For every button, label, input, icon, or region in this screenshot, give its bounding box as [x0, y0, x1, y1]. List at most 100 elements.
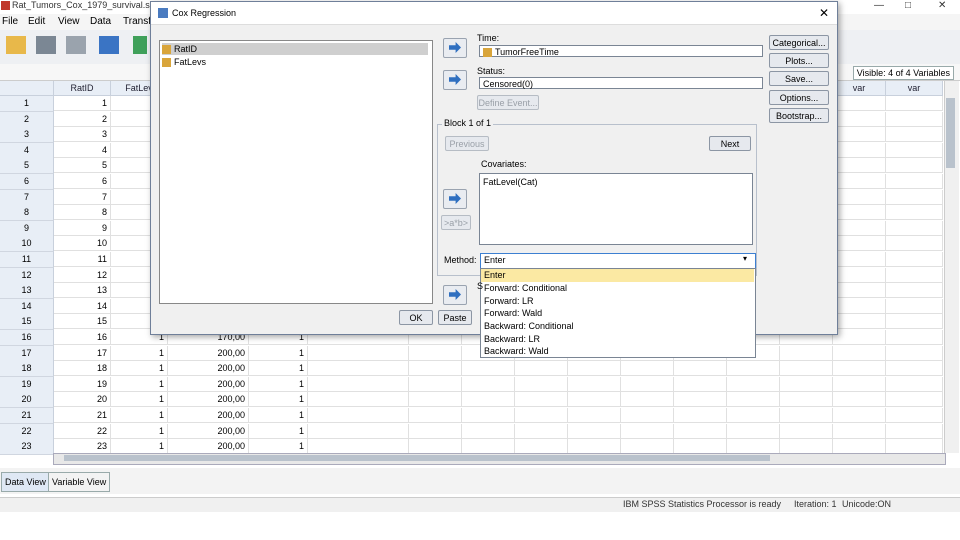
method-dropdown-list[interactable]: Enter Forward: Conditional Forward: LR F…: [480, 268, 756, 358]
vertical-scroll-thumb[interactable]: [946, 98, 955, 168]
row-header[interactable]: 11: [0, 252, 54, 268]
table-cell[interactable]: 19: [54, 376, 111, 392]
table-cell[interactable]: [515, 376, 568, 392]
column-header-var[interactable]: var: [886, 81, 943, 96]
row-header[interactable]: 18: [0, 361, 54, 378]
method-option-backward-conditional[interactable]: Backward: Conditional: [481, 320, 754, 333]
row-header[interactable]: 5: [0, 158, 54, 175]
table-cell[interactable]: 1: [111, 423, 168, 439]
table-cell[interactable]: [409, 423, 462, 439]
table-cell[interactable]: [833, 189, 886, 205]
table-cell[interactable]: [515, 439, 568, 455]
table-cell[interactable]: [886, 376, 943, 392]
table-cell[interactable]: 1: [249, 408, 308, 423]
table-cell[interactable]: 10: [54, 236, 111, 252]
method-option-enter[interactable]: Enter: [481, 269, 754, 282]
interaction-button[interactable]: >a*b>: [441, 215, 471, 230]
table-cell[interactable]: [674, 408, 727, 423]
table-cell[interactable]: [727, 376, 780, 392]
paste-button[interactable]: Paste: [438, 310, 472, 325]
horizontal-scroll-thumb[interactable]: [64, 455, 770, 461]
row-header[interactable]: 10: [0, 236, 54, 253]
table-cell[interactable]: [568, 423, 621, 439]
categorical-button[interactable]: Categorical...: [769, 35, 829, 50]
table-cell[interactable]: [308, 376, 409, 392]
table-cell[interactable]: [308, 361, 409, 377]
table-cell[interactable]: 22: [54, 423, 111, 439]
table-cell[interactable]: [833, 283, 886, 299]
row-header[interactable]: 19: [0, 376, 54, 393]
table-cell[interactable]: [409, 439, 462, 455]
menu-view[interactable]: View: [58, 16, 80, 27]
table-cell[interactable]: [833, 127, 886, 143]
save-icon[interactable]: [36, 36, 56, 54]
move-to-covariates-button[interactable]: [443, 189, 467, 209]
table-cell[interactable]: 11: [54, 252, 111, 267]
table-cell[interactable]: [886, 96, 943, 111]
table-cell[interactable]: [727, 408, 780, 423]
table-cell[interactable]: [621, 439, 674, 455]
row-header[interactable]: 12: [0, 267, 54, 284]
table-cell[interactable]: [833, 96, 886, 111]
table-cell[interactable]: 15: [54, 314, 111, 330]
row-header[interactable]: 21: [0, 408, 54, 424]
table-cell[interactable]: 1: [111, 439, 168, 455]
print-icon[interactable]: [66, 36, 86, 54]
row-header[interactable]: 13: [0, 283, 54, 300]
table-cell[interactable]: 14: [54, 298, 111, 314]
table-cell[interactable]: [727, 439, 780, 455]
table-cell[interactable]: [886, 111, 943, 127]
row-header[interactable]: 15: [0, 314, 54, 331]
table-cell[interactable]: 1: [111, 408, 168, 423]
move-to-time-button[interactable]: [443, 38, 467, 58]
table-cell[interactable]: 200,00: [168, 423, 249, 439]
ok-button[interactable]: OK: [399, 310, 433, 325]
table-cell[interactable]: 17: [54, 345, 111, 361]
row-header[interactable]: 4: [0, 142, 54, 159]
table-cell[interactable]: 7: [54, 189, 111, 205]
table-cell[interactable]: 200,00: [168, 439, 249, 455]
row-header[interactable]: 22: [0, 423, 54, 440]
table-cell[interactable]: [833, 361, 886, 377]
table-cell[interactable]: [886, 392, 943, 408]
table-cell[interactable]: [833, 423, 886, 439]
table-cell[interactable]: 1: [249, 376, 308, 392]
table-cell[interactable]: [886, 330, 943, 345]
column-header-var[interactable]: var: [833, 81, 886, 96]
table-cell[interactable]: [462, 439, 515, 455]
table-cell[interactable]: [886, 361, 943, 377]
table-cell[interactable]: [674, 392, 727, 408]
dialog-recall-icon[interactable]: [99, 36, 119, 54]
table-cell[interactable]: [515, 408, 568, 423]
table-cell[interactable]: [308, 408, 409, 423]
table-cell[interactable]: [886, 283, 943, 299]
table-cell[interactable]: [886, 408, 943, 423]
table-cell[interactable]: [833, 330, 886, 345]
table-cell[interactable]: [780, 376, 833, 392]
row-header[interactable]: 3: [0, 127, 54, 144]
table-cell[interactable]: [621, 423, 674, 439]
table-cell[interactable]: [886, 439, 943, 455]
list-item[interactable]: FatLevs: [162, 56, 428, 68]
row-header[interactable]: 6: [0, 174, 54, 190]
table-cell[interactable]: [833, 111, 886, 127]
table-cell[interactable]: [308, 392, 409, 408]
row-header[interactable]: 1: [0, 96, 54, 112]
bootstrap-button[interactable]: Bootstrap...: [769, 108, 829, 123]
table-cell[interactable]: 21: [54, 408, 111, 423]
move-to-strata-button[interactable]: [443, 285, 467, 305]
time-field[interactable]: TumorFreeTime: [479, 45, 763, 58]
minimize-icon[interactable]: —: [874, 0, 884, 11]
options-button[interactable]: Options...: [769, 90, 829, 105]
table-cell[interactable]: [833, 314, 886, 330]
table-cell[interactable]: [674, 376, 727, 392]
table-cell[interactable]: [833, 376, 886, 392]
table-cell[interactable]: [780, 361, 833, 377]
table-cell[interactable]: [568, 392, 621, 408]
table-cell[interactable]: [886, 205, 943, 221]
method-select[interactable]: Enter ▾: [480, 253, 756, 269]
table-cell[interactable]: [833, 408, 886, 423]
table-cell[interactable]: [462, 361, 515, 377]
table-cell[interactable]: 1: [111, 345, 168, 361]
table-cell[interactable]: [308, 423, 409, 439]
